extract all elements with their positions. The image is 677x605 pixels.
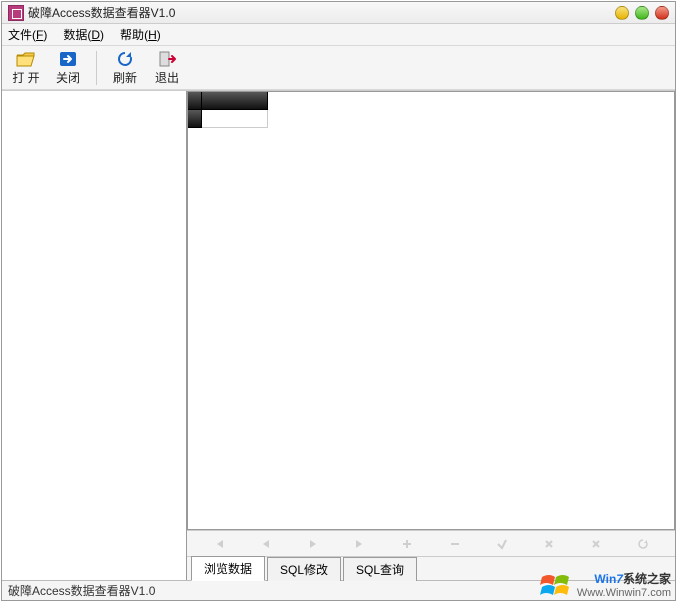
nav-prev-icon[interactable] xyxy=(257,535,275,553)
tab-browse[interactable]: 浏览数据 xyxy=(191,556,265,581)
folder-open-icon xyxy=(16,50,36,68)
grid-row-header[interactable] xyxy=(188,110,202,128)
toolbar: 打 开 关闭 刷新 退出 xyxy=(2,46,675,90)
status-bar: 破障Access数据查看器V1.0 xyxy=(2,580,675,600)
nav-last-icon[interactable] xyxy=(351,535,369,553)
tab-sql-query[interactable]: SQL查询 xyxy=(343,557,417,581)
exit-icon xyxy=(157,50,177,68)
close-window-button[interactable] xyxy=(655,6,669,20)
nav-cancel-icon[interactable] xyxy=(587,535,605,553)
data-grid[interactable] xyxy=(187,91,675,530)
body-split: 浏览数据 SQL修改 SQL查询 xyxy=(2,90,675,580)
open-label: 打 开 xyxy=(12,69,39,86)
open-button[interactable]: 打 开 xyxy=(8,48,44,88)
menu-bar: 文件(F) 数据(D) 帮助(H) xyxy=(2,24,675,46)
app-icon xyxy=(8,5,24,21)
grid-row xyxy=(188,110,268,128)
menu-file[interactable]: 文件(F) xyxy=(8,26,47,43)
refresh-label: 刷新 xyxy=(113,69,137,86)
grid-header xyxy=(188,92,268,110)
app-window: 破障Access数据查看器V1.0 文件(F) 数据(D) 帮助(H) 打 开 … xyxy=(1,1,676,601)
nav-delete-icon[interactable] xyxy=(446,535,464,553)
refresh-button[interactable]: 刷新 xyxy=(107,48,143,88)
grid-cell[interactable] xyxy=(202,110,268,128)
status-text: 破障Access数据查看器V1.0 xyxy=(8,582,155,599)
close-label: 关闭 xyxy=(56,69,80,86)
nav-refresh-icon[interactable] xyxy=(634,535,652,553)
grid-column-header[interactable] xyxy=(202,92,268,110)
nav-first-icon[interactable] xyxy=(210,535,228,553)
title-bar[interactable]: 破障Access数据查看器V1.0 xyxy=(2,2,675,24)
menu-data[interactable]: 数据(D) xyxy=(63,26,104,43)
window-controls xyxy=(615,6,669,20)
close-button[interactable]: 关闭 xyxy=(50,48,86,88)
tab-sql-modify[interactable]: SQL修改 xyxy=(267,557,341,581)
window-title: 破障Access数据查看器V1.0 xyxy=(28,4,615,21)
close-arrow-icon xyxy=(58,50,78,68)
tree-pane[interactable] xyxy=(2,91,187,580)
toolbar-separator xyxy=(96,51,97,85)
exit-button[interactable]: 退出 xyxy=(149,48,185,88)
refresh-icon xyxy=(115,50,135,68)
nav-edit-icon[interactable] xyxy=(493,535,511,553)
exit-label: 退出 xyxy=(155,69,179,86)
record-navigator xyxy=(187,530,675,556)
menu-help[interactable]: 帮助(H) xyxy=(120,26,161,43)
grid-corner[interactable] xyxy=(188,92,202,110)
nav-post-icon[interactable] xyxy=(540,535,558,553)
nav-next-icon[interactable] xyxy=(304,535,322,553)
content-pane: 浏览数据 SQL修改 SQL查询 xyxy=(187,91,675,580)
maximize-button[interactable] xyxy=(635,6,649,20)
minimize-button[interactable] xyxy=(615,6,629,20)
tabs-bar: 浏览数据 SQL修改 SQL查询 xyxy=(187,556,675,580)
nav-add-icon[interactable] xyxy=(398,535,416,553)
